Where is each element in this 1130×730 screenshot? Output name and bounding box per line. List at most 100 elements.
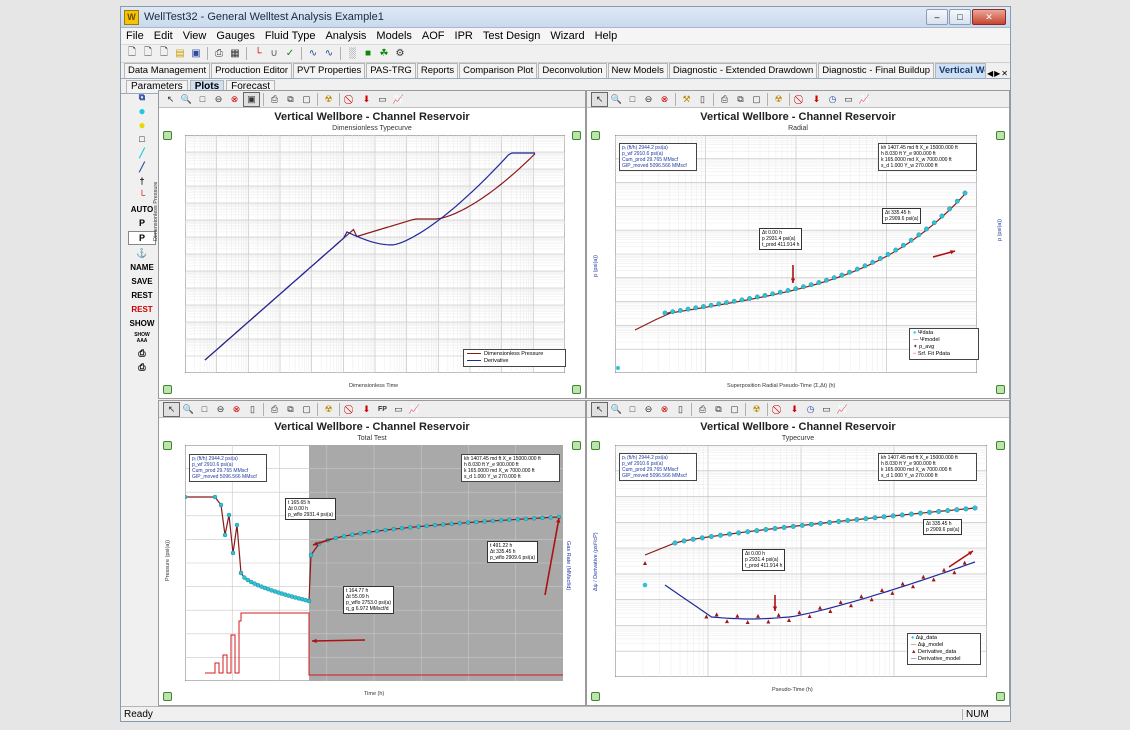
- menu-models[interactable]: Models: [371, 30, 416, 42]
- zoom-box-icon[interactable]: □: [197, 403, 212, 416]
- menu-aof[interactable]: AOF: [417, 30, 450, 42]
- no-overlay-icon[interactable]: ⃠: [343, 403, 358, 416]
- annotation-start[interactable]: Δt 0.00 h p 2931.4 psi(a) t_prod 411.914…: [759, 228, 803, 250]
- lock-icon[interactable]: [996, 441, 1005, 450]
- check-icon[interactable]: ✓: [283, 47, 297, 61]
- save-icon[interactable]: ▣: [189, 47, 203, 61]
- show-button[interactable]: SHOW: [129, 317, 155, 329]
- anchor-icon[interactable]: ⚓: [129, 247, 155, 259]
- zoom-box-icon[interactable]: □: [625, 403, 640, 416]
- print-icon[interactable]: ⎙: [267, 403, 282, 416]
- zoom-box-icon[interactable]: □: [195, 93, 210, 106]
- lock-icon[interactable]: [163, 441, 172, 450]
- zoom-in-icon[interactable]: 🔍: [609, 93, 624, 106]
- auto-button[interactable]: AUTO: [129, 203, 155, 215]
- radiation-icon[interactable]: ☢: [321, 403, 336, 416]
- tab-reports[interactable]: Reports: [416, 63, 459, 78]
- phone-icon[interactable]: ▯: [695, 93, 710, 106]
- menu-test-design[interactable]: Test Design: [478, 30, 545, 42]
- no-overlay-icon[interactable]: ⃠: [793, 93, 808, 106]
- minimize-button[interactable]: ‒: [926, 9, 948, 25]
- export-icon[interactable]: ▢: [727, 403, 742, 416]
- radiation-icon[interactable]: ☢: [321, 93, 336, 106]
- tab-diagnostic-extended-drawdown[interactable]: Diagnostic - Extended Drawdown: [668, 63, 818, 78]
- zoom-in-icon[interactable]: 🔍: [609, 403, 624, 416]
- export-icon[interactable]: ▢: [299, 403, 314, 416]
- chart-icon[interactable]: 📈: [835, 403, 850, 416]
- open-folder-icon[interactable]: ▤: [173, 47, 187, 61]
- pointer-icon[interactable]: ↖: [163, 93, 178, 106]
- copy-plot-icon[interactable]: ⧉: [733, 93, 748, 106]
- tab-pvt-properties[interactable]: PVT Properties: [293, 63, 366, 78]
- p2-button[interactable]: P: [128, 231, 156, 245]
- export-icon[interactable]: ▢: [299, 93, 314, 106]
- print-icon[interactable]: ⎙: [129, 361, 155, 373]
- copy-plot-icon[interactable]: ⧉: [283, 93, 298, 106]
- lock-icon[interactable]: [163, 385, 172, 394]
- zoom-out-icon[interactable]: ⊖: [213, 403, 228, 416]
- close-button[interactable]: ✕: [972, 9, 1006, 25]
- print-icon[interactable]: ⎙: [267, 93, 282, 106]
- annotation-start[interactable]: Δt 0.00 h p 2931.4 psi(a) t_prod 411.914…: [742, 549, 786, 571]
- tools-icon[interactable]: ⚒: [679, 93, 694, 106]
- tab-diagnostic-final-buildup[interactable]: Diagnostic - Final Buildup: [818, 63, 935, 78]
- pointer-icon[interactable]: ↖: [591, 91, 608, 107]
- window-icon[interactable]: ▭: [375, 93, 390, 106]
- print-icon[interactable]: ⎙: [695, 403, 710, 416]
- curve-icon[interactable]: ∿: [306, 47, 320, 61]
- print-icon[interactable]: ⎙: [717, 93, 732, 106]
- chart-icon[interactable]: 📈: [391, 93, 406, 106]
- chart-icon[interactable]: 📈: [857, 93, 872, 106]
- lock-icon[interactable]: [996, 385, 1005, 394]
- gauge-icon[interactable]: ░: [345, 47, 359, 61]
- zoom-box-icon[interactable]: □: [625, 93, 640, 106]
- phone-icon[interactable]: ▯: [245, 403, 260, 416]
- line-blue-icon[interactable]: ╱: [129, 161, 155, 173]
- down-arrow-icon[interactable]: ⬇: [359, 93, 374, 106]
- chart-icon[interactable]: 📈: [407, 403, 422, 416]
- well-icon[interactable]: ∪: [267, 47, 281, 61]
- zoom-out-icon[interactable]: ⊖: [641, 93, 656, 106]
- zoom-reset-icon[interactable]: ⊗: [657, 93, 672, 106]
- tab-pas-trg[interactable]: PAS-TRG: [366, 63, 416, 78]
- zoom-reset-icon[interactable]: ⊗: [227, 93, 242, 106]
- lock-icon[interactable]: ■: [361, 47, 375, 61]
- copy-icon[interactable]: ⧉: [129, 91, 155, 103]
- tab-data-management[interactable]: Data Management: [124, 63, 211, 78]
- new-file-icon[interactable]: 🗋: [141, 47, 155, 61]
- copy-plot-icon[interactable]: ⧉: [283, 403, 298, 416]
- name-button[interactable]: NAME: [129, 261, 155, 273]
- radiation-icon[interactable]: ☢: [749, 403, 764, 416]
- zoom-reset-icon[interactable]: ⊗: [229, 403, 244, 416]
- robot-icon[interactable]: ☘: [377, 47, 391, 61]
- window-icon[interactable]: ▭: [841, 93, 856, 106]
- marker-icon[interactable]: †: [129, 175, 155, 187]
- down-arrow-icon[interactable]: ⬇: [359, 403, 374, 416]
- zoom-in-icon[interactable]: 🔍: [179, 93, 194, 106]
- lock-icon[interactable]: [996, 692, 1005, 701]
- zoom-out-icon[interactable]: ⊖: [641, 403, 656, 416]
- lock-icon[interactable]: [996, 131, 1005, 140]
- curve-icon[interactable]: ∿: [322, 47, 336, 61]
- lock-icon[interactable]: [572, 131, 581, 140]
- annotation-drawdown[interactable]: t 164.77 h Δt 55.09 h p_wflo 2753.0 psi(…: [343, 586, 395, 614]
- no-overlay-icon[interactable]: ⃠: [343, 93, 358, 106]
- phone-icon[interactable]: ▯: [673, 403, 688, 416]
- annotation-end[interactable]: t 491.22 h Δt 335.45 h p_wflo 2909.6 psi…: [487, 541, 539, 563]
- no-overlay-icon[interactable]: ⃠: [771, 403, 786, 416]
- menu-view[interactable]: View: [178, 30, 212, 42]
- pointer-icon[interactable]: ↖: [591, 401, 608, 417]
- tab-comparison-plot[interactable]: Comparison Plot: [459, 63, 538, 78]
- menu-ipr[interactable]: IPR: [450, 30, 478, 42]
- zoom-out-icon[interactable]: ⊖: [211, 93, 226, 106]
- menu-gauges[interactable]: Gauges: [211, 30, 260, 42]
- p1-button[interactable]: P: [129, 217, 155, 229]
- copy-plot-icon[interactable]: ⧉: [711, 403, 726, 416]
- axis-icon[interactable]: └: [129, 189, 155, 201]
- tab-scroll-right-icon[interactable]: ▶: [994, 69, 1000, 78]
- preview-icon[interactable]: ▦: [228, 47, 242, 61]
- window-icon[interactable]: ▭: [391, 403, 406, 416]
- new-file-icon[interactable]: 🗋: [125, 47, 139, 61]
- save-button[interactable]: SAVE: [129, 275, 155, 287]
- maximize-button[interactable]: □: [949, 9, 971, 25]
